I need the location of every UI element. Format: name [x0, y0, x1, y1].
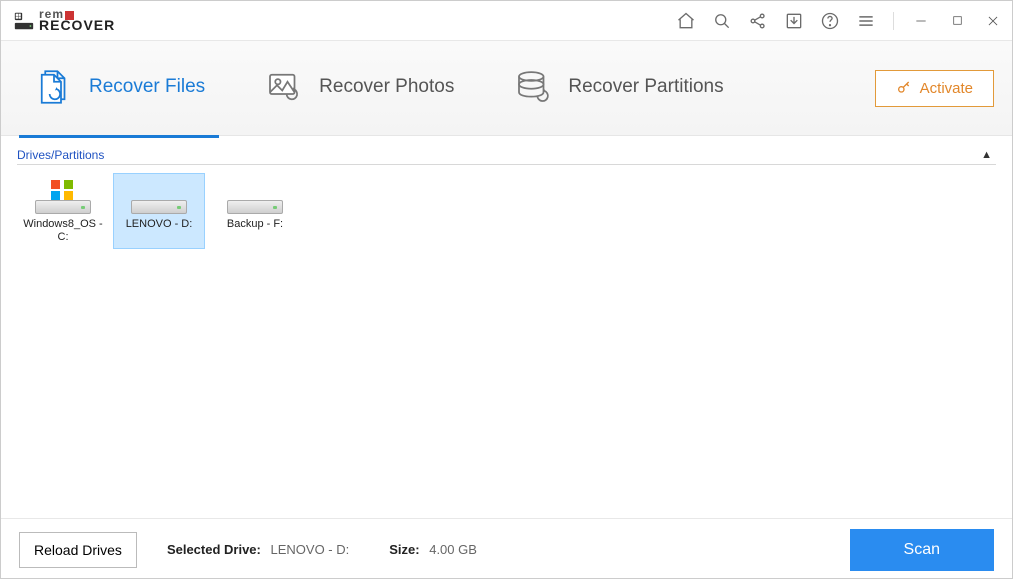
selected-drive-info: Selected Drive: LENOVO - D:: [167, 542, 349, 557]
reload-drives-button[interactable]: Reload Drives: [19, 532, 137, 568]
drive-item[interactable]: Backup - F:: [209, 173, 301, 249]
drive-item[interactable]: LENOVO - D:: [113, 173, 205, 249]
partition-recover-icon: [512, 66, 554, 108]
content-area: Drives/Partitions ▲ Windows8_OS - C: LENO…: [1, 136, 1012, 518]
photo-recover-icon: [263, 66, 305, 108]
tab-recover-photos[interactable]: Recover Photos: [249, 58, 468, 118]
share-icon[interactable]: [747, 10, 769, 32]
system-icons: [675, 10, 1004, 32]
save-session-icon[interactable]: [783, 10, 805, 32]
tab-label: Recover Files: [89, 76, 205, 98]
size-label: Size:: [389, 542, 419, 557]
size-value: 4.00 GB: [429, 542, 477, 557]
tab-recover-partitions[interactable]: Recover Partitions: [498, 58, 737, 118]
brand-bottom: RECOVER: [39, 20, 115, 32]
size-info: Size: 4.00 GB: [389, 542, 477, 557]
app-logo: rem RECOVER: [13, 9, 115, 31]
section-label: Drives/Partitions: [17, 148, 104, 162]
drives-list: Windows8_OS - C: LENOVO - D: Backup - F:: [17, 165, 996, 249]
activate-button[interactable]: Activate: [875, 70, 994, 107]
menu-icon[interactable]: [855, 10, 877, 32]
key-icon: [896, 80, 912, 96]
help-icon[interactable]: [819, 10, 841, 32]
tabs-region: Recover Files Recover Photos Recover Par…: [1, 41, 1012, 136]
drive-icon: [129, 180, 189, 214]
drive-item[interactable]: Windows8_OS - C:: [17, 173, 109, 249]
footer-info: Selected Drive: LENOVO - D: Size: 4.00 G…: [167, 542, 820, 557]
section-header: Drives/Partitions ▲: [17, 148, 996, 165]
drive-label: Backup - F:: [213, 218, 297, 244]
minimize-button[interactable]: [910, 10, 932, 32]
selected-drive-value: LENOVO - D:: [271, 542, 350, 557]
tab-label: Recover Photos: [319, 76, 454, 98]
selected-drive-label: Selected Drive:: [167, 542, 261, 557]
file-recover-icon: [33, 66, 75, 108]
drive-label: Windows8_OS - C:: [21, 218, 105, 244]
drive-icon: [225, 180, 285, 214]
tab-recover-files[interactable]: Recover Files: [19, 58, 219, 118]
drive-icon: [33, 180, 93, 214]
footer: Reload Drives Selected Drive: LENOVO - D…: [1, 518, 1012, 580]
titlebar: rem RECOVER: [1, 1, 1012, 41]
close-button[interactable]: [982, 10, 1004, 32]
maximize-button[interactable]: [946, 10, 968, 32]
collapse-icon[interactable]: ▲: [977, 149, 996, 161]
scan-button[interactable]: Scan: [850, 529, 994, 571]
drive-label: LENOVO - D:: [117, 218, 201, 244]
tab-label: Recover Partitions: [568, 76, 723, 98]
activate-label: Activate: [920, 80, 973, 97]
home-icon[interactable]: [675, 10, 697, 32]
logo-icon: [13, 10, 35, 32]
search-icon[interactable]: [711, 10, 733, 32]
